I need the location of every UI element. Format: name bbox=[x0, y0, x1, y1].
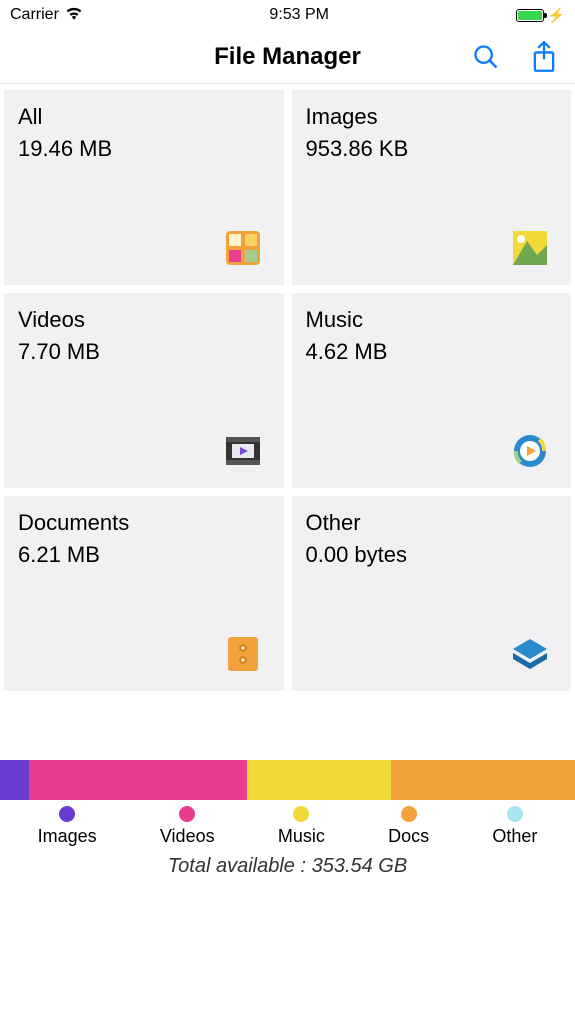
charging-icon: ⚡ bbox=[548, 7, 565, 24]
legend-label: Images bbox=[38, 826, 97, 847]
tile-size: 19.46 MB bbox=[18, 136, 270, 162]
category-grid: All 19.46 MB Images 953.86 KB Videos 7.7… bbox=[0, 84, 575, 691]
legend-images: Images bbox=[38, 806, 97, 847]
legend-dot bbox=[59, 806, 75, 822]
tile-music[interactable]: Music 4.62 MB bbox=[292, 293, 572, 488]
legend-dot bbox=[401, 806, 417, 822]
tile-videos[interactable]: Videos 7.70 MB bbox=[4, 293, 284, 488]
tile-title: Images bbox=[306, 104, 558, 130]
tile-size: 6.21 MB bbox=[18, 542, 270, 568]
tile-title: All bbox=[18, 104, 270, 130]
other-icon bbox=[513, 637, 547, 671]
nav-bar: File Manager bbox=[0, 30, 575, 84]
status-left: Carrier bbox=[10, 6, 83, 25]
legend-dot bbox=[507, 806, 523, 822]
search-icon bbox=[472, 43, 500, 71]
tile-size: 4.62 MB bbox=[306, 339, 558, 365]
status-time: 9:53 PM bbox=[269, 6, 329, 24]
legend-label: Music bbox=[278, 826, 325, 847]
videos-icon bbox=[226, 434, 260, 468]
all-icon bbox=[226, 231, 260, 265]
storage-legend: Images Videos Music Docs Other bbox=[0, 800, 575, 847]
tile-title: Videos bbox=[18, 307, 270, 333]
tile-size: 0.00 bytes bbox=[306, 542, 558, 568]
legend-label: Videos bbox=[160, 826, 215, 847]
tile-title: Music bbox=[306, 307, 558, 333]
legend-docs: Docs bbox=[388, 806, 429, 847]
legend-label: Docs bbox=[388, 826, 429, 847]
share-icon bbox=[530, 41, 558, 73]
status-bar: Carrier 9:53 PM ⚡ bbox=[0, 0, 575, 30]
search-button[interactable] bbox=[471, 42, 501, 72]
storage-seg-music bbox=[247, 760, 391, 800]
status-right: ⚡ bbox=[516, 7, 565, 24]
share-button[interactable] bbox=[529, 42, 559, 72]
legend-other: Other bbox=[492, 806, 537, 847]
tile-other[interactable]: Other 0.00 bytes bbox=[292, 496, 572, 691]
legend-videos: Videos bbox=[160, 806, 215, 847]
page-title: File Manager bbox=[214, 43, 361, 71]
storage-seg-videos bbox=[29, 760, 248, 800]
battery-icon bbox=[516, 9, 544, 22]
legend-music: Music bbox=[278, 806, 325, 847]
legend-dot bbox=[179, 806, 195, 822]
carrier-label: Carrier bbox=[10, 6, 59, 24]
tile-size: 7.70 MB bbox=[18, 339, 270, 365]
music-icon bbox=[513, 434, 547, 468]
tile-documents[interactable]: Documents 6.21 MB bbox=[4, 496, 284, 691]
tile-images[interactable]: Images 953.86 KB bbox=[292, 90, 572, 285]
wifi-icon bbox=[65, 6, 83, 25]
tile-all[interactable]: All 19.46 MB bbox=[4, 90, 284, 285]
storage-bar bbox=[0, 760, 575, 800]
storage-section: Images Videos Music Docs Other Total ava… bbox=[0, 760, 575, 878]
documents-icon bbox=[226, 637, 260, 671]
tile-title: Other bbox=[306, 510, 558, 536]
storage-seg-images bbox=[0, 760, 29, 800]
legend-dot bbox=[293, 806, 309, 822]
images-icon bbox=[513, 231, 547, 265]
legend-label: Other bbox=[492, 826, 537, 847]
tile-size: 953.86 KB bbox=[306, 136, 558, 162]
total-available: Total available : 353.54 GB bbox=[0, 855, 575, 878]
tile-title: Documents bbox=[18, 510, 270, 536]
storage-seg-docs bbox=[391, 760, 575, 800]
